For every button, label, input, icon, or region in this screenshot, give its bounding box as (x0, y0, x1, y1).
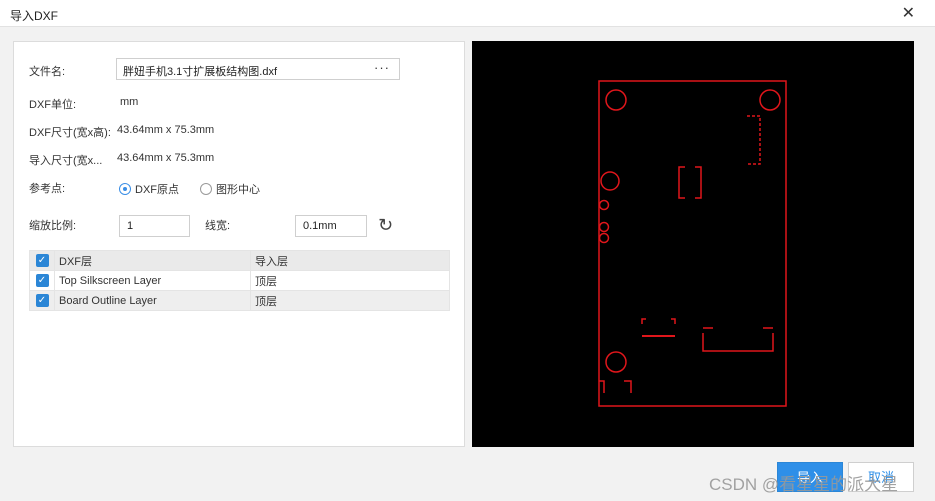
dialog-title: 导入DXF (10, 9, 59, 23)
dxf-preview[interactable] (472, 41, 914, 447)
silk-bottom-left-part-2 (624, 380, 632, 393)
radio-dxf-origin[interactable]: DXF原点 (119, 181, 179, 197)
hole-left-small-1 (598, 199, 610, 211)
row-checkbox[interactable]: ✓ (35, 274, 49, 287)
title-bar: 导入DXF ✕ (0, 0, 935, 27)
table-row: ✓ Board Outline Layer 顶层 (29, 290, 450, 311)
import-size-label: 导入尺寸(宽x... (29, 155, 103, 167)
radio-circle (200, 183, 212, 195)
header-import-layer: 导入层 (250, 250, 450, 271)
unit-label: DXF单位: (29, 99, 77, 111)
silk-small-part-tl (641, 318, 646, 324)
layers-table: ✓ DXF层 导入层 ✓ Top Silkscreen Layer 顶层 ✓ B… (29, 250, 450, 311)
import-layer-cell[interactable]: 顶层 (250, 290, 450, 311)
hole-left-large (600, 171, 620, 191)
table-header-row: ✓ DXF层 导入层 (29, 250, 450, 271)
refresh-icon[interactable]: ↻ (378, 215, 393, 236)
table-row: ✓ Top Silkscreen Layer 顶层 (29, 270, 450, 291)
import-layer-cell[interactable]: 顶层 (250, 270, 450, 291)
radio-dxf-origin-label: DXF原点 (135, 184, 179, 196)
header-dxf-layer: DXF层 (54, 250, 251, 271)
dxf-layer-cell: Board Outline Layer (54, 290, 251, 311)
import-size-value: 43.64mm x 75.3mm (117, 152, 215, 164)
hole-left-small-2 (598, 221, 610, 233)
dxf-size-value: 43.64mm x 75.3mm (117, 124, 215, 136)
radio-shape-center[interactable]: 图形中心 (200, 181, 260, 197)
board-outline (598, 80, 787, 407)
close-icon[interactable]: ✕ (902, 3, 915, 23)
file-input[interactable]: 胖妞手机3.1寸扩展板结构图.dxf ··· (116, 58, 400, 80)
radio-circle (119, 183, 131, 195)
row-checkbox[interactable]: ✓ (35, 294, 49, 307)
silk-ic-left (678, 166, 685, 199)
mount-hole-top-left (605, 89, 627, 111)
silk-ic-right (695, 166, 702, 199)
silk-connector-bottom (702, 333, 774, 352)
preview-drawing (598, 80, 787, 407)
line-width-input[interactable]: 0.1mm (295, 215, 367, 237)
mount-hole-top-right (759, 89, 781, 111)
mount-hole-bottom-left (605, 351, 627, 373)
file-label: 文件名: (29, 66, 66, 78)
dxf-size-label: DXF尺寸(宽x高): (29, 127, 111, 139)
scale-label: 缩放比例: (29, 220, 77, 232)
watermark-text: CSDN @看星星的派大星 (709, 475, 899, 494)
scale-input[interactable]: 1 (119, 215, 190, 237)
settings-panel: 文件名: 胖妞手机3.1寸扩展板结构图.dxf ··· DXF单位: mm DX… (13, 41, 465, 447)
file-name-value: 胖妞手机3.1寸扩展板结构图.dxf (123, 66, 278, 78)
unit-value: mm (120, 96, 139, 108)
select-all-checkbox[interactable]: ✓ (35, 254, 49, 267)
browse-button[interactable]: ··· (374, 60, 390, 75)
hole-left-small-3 (598, 232, 610, 244)
reference-point-label: 参考点: (29, 183, 66, 195)
silk-small-part-tr (671, 318, 676, 324)
radio-shape-center-label: 图形中心 (216, 184, 260, 196)
line-width-label: 线宽: (205, 220, 231, 232)
silk-connector-right (747, 115, 761, 165)
dxf-layer-cell: Top Silkscreen Layer (54, 270, 251, 291)
